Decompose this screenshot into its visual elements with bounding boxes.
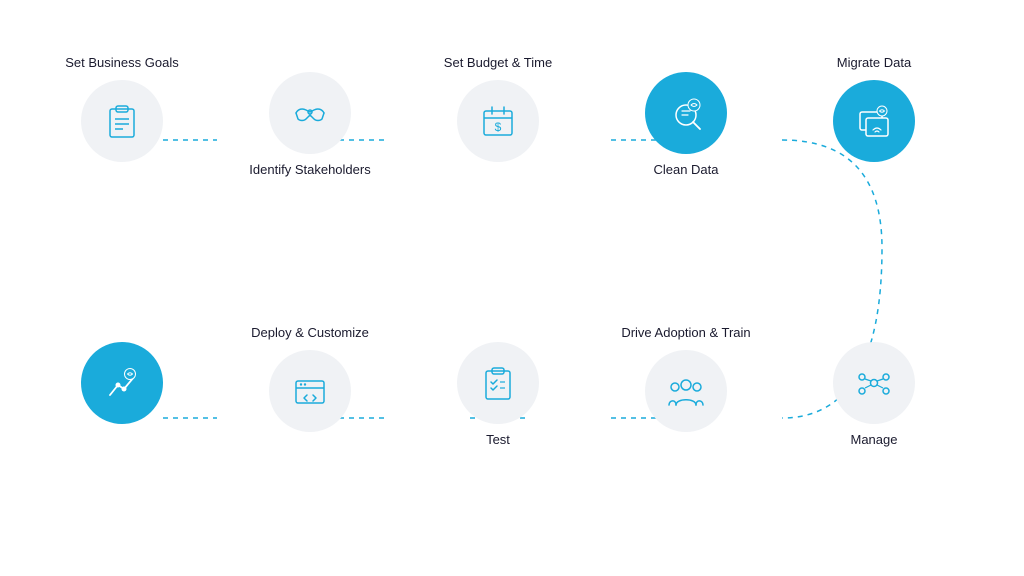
step-set-business-goals: Set Business Goals: [52, 38, 192, 162]
step-analytics: [52, 308, 192, 424]
step-migrate-data: Migrate Data: [804, 38, 944, 162]
label-deploy-customize: Deploy & Customize: [251, 308, 369, 342]
step-set-budget-time: Set Budget & Time $: [428, 38, 568, 162]
people-group-icon: [664, 369, 708, 413]
implementation-roadmap: Set Business Goals: [32, 18, 992, 558]
label-manage: Manage: [851, 432, 898, 466]
circle-clean-data: [645, 72, 727, 154]
step-deploy-customize: Deploy & Customize: [240, 308, 380, 432]
network-icon: [852, 361, 896, 405]
migrate-icon: [852, 99, 896, 143]
circle-migrate-data: [833, 80, 915, 162]
calendar-dollar-icon: $: [476, 99, 520, 143]
search-file-icon: [664, 91, 708, 135]
circle-test: [457, 342, 539, 424]
circle-set-business-goals: [81, 80, 163, 162]
label-test: Test: [486, 432, 510, 466]
label-set-business-goals: Set Business Goals: [65, 38, 178, 72]
step-clean-data: Clean Data: [616, 38, 756, 202]
chart-line-icon: [100, 361, 144, 405]
bottom-row: Deploy & Customize: [52, 308, 1012, 472]
circle-deploy-customize: [269, 350, 351, 432]
step-drive-adoption: Drive Adoption & Train: [616, 308, 756, 432]
label-identify-stakeholders: Identify Stakeholders: [249, 162, 370, 196]
top-row: Set Business Goals: [52, 38, 1012, 202]
handshake-icon: [288, 91, 332, 135]
circle-manage: [833, 342, 915, 424]
step-manage: Manage: [804, 308, 944, 472]
clipboard-icon: [100, 99, 144, 143]
label-migrate-data: Migrate Data: [837, 38, 911, 72]
step-test: Test: [428, 308, 568, 472]
circle-set-budget-time: $: [457, 80, 539, 162]
label-clean-data: Clean Data: [653, 162, 718, 196]
circle-drive-adoption: [645, 350, 727, 432]
label-drive-adoption: Drive Adoption & Train: [621, 308, 750, 342]
circle-analytics: [81, 342, 163, 424]
svg-text:$: $: [495, 120, 502, 134]
checklist-icon: [476, 361, 520, 405]
label-set-budget-time: Set Budget & Time: [444, 38, 552, 72]
circle-identify-stakeholders: [269, 72, 351, 154]
window-code-icon: [288, 369, 332, 413]
step-identify-stakeholders: Identify Stakeholders: [240, 38, 380, 202]
